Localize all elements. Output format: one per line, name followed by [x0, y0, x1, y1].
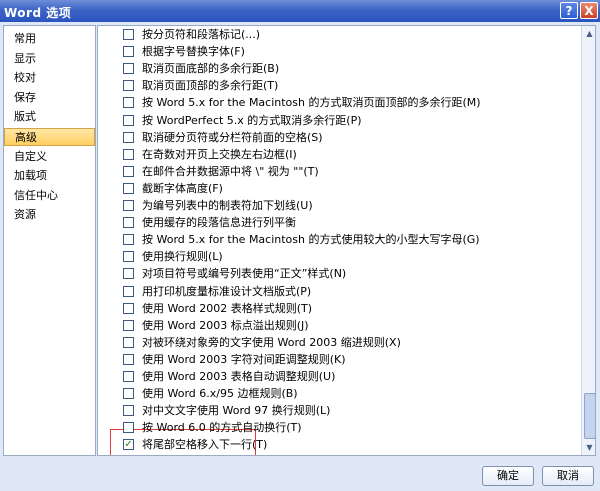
option-label: 在邮件合并数据源中将 \" 视为 ""(T) — [142, 164, 319, 178]
cancel-button[interactable]: 取消 — [542, 466, 594, 486]
option-checkbox[interactable] — [123, 114, 134, 126]
option-checkbox[interactable] — [123, 131, 134, 143]
option-label: 使用缓存的段落信息进行列平衡 — [142, 216, 296, 230]
option-label: 使用 Word 2002 表格样式规则(T) — [142, 301, 313, 315]
option-checkbox[interactable] — [123, 97, 134, 109]
option-checkbox[interactable] — [123, 251, 134, 263]
option-checkbox[interactable] — [123, 29, 134, 40]
option-checkbox[interactable] — [123, 46, 134, 58]
option-checkbox[interactable] — [123, 217, 134, 229]
help-button[interactable]: ? — [560, 2, 578, 19]
sidebar-item-6[interactable]: 自定义 — [4, 148, 95, 166]
option-checkbox[interactable] — [123, 388, 134, 400]
sidebar-item-4[interactable]: 版式 — [4, 108, 95, 126]
close-button[interactable]: X — [580, 2, 598, 19]
option-checkbox[interactable] — [123, 182, 134, 194]
option-label: 取消页面顶部的多余行距(T) — [142, 79, 279, 93]
window-title: Word 选项 — [4, 6, 72, 20]
sidebar-item-3[interactable]: 保存 — [4, 89, 95, 107]
scroll-up-icon[interactable]: ▲ — [582, 26, 595, 41]
title-bar: Word 选项 ? X — [0, 0, 600, 22]
option-checkbox[interactable]: ✓ — [123, 439, 134, 451]
option-label: 使用 Word 2003 字符对间距调整规则(K) — [142, 352, 346, 366]
sidebar-item-0[interactable]: 常用 — [4, 30, 95, 48]
sidebar-item-8[interactable]: 信任中心 — [4, 187, 95, 205]
option-label: 为编号列表中的制表符加下划线(U) — [142, 199, 313, 212]
option-label: 将尾部空格移入下一行(T) — [142, 438, 268, 452]
sidebar-item-2[interactable]: 校对 — [4, 69, 95, 87]
option-checkbox[interactable] — [123, 319, 134, 331]
option-label: 在奇数对开页上交换左右边框(I) — [142, 147, 297, 161]
advanced-options-panel: ▲ ▼ 按分页符和段落标记(...) 根据字号替换字体(F) 取消页面底部的多余行距… — [97, 25, 596, 456]
option-checkbox[interactable] — [123, 63, 134, 75]
option-label: 截断字体高度(F) — [142, 181, 223, 195]
option-label: 按 Word 5.x for the Macintosh 的方式使用较大的小型大… — [142, 233, 480, 247]
option-checkbox[interactable] — [123, 80, 134, 92]
option-label: 按 Word 6.0 的方式自动换行(T) — [142, 421, 302, 435]
option-checkbox[interactable] — [123, 268, 134, 280]
option-checkbox[interactable] — [123, 165, 134, 177]
option-label: 按 WordPerfect 5.x 的方式取消多余行距(P) — [142, 113, 362, 127]
option-checkbox[interactable] — [123, 302, 134, 314]
option-checkbox[interactable] — [123, 371, 134, 382]
option-label: 按 Word 5.x for the Macintosh 的方式取消页面顶部的多… — [142, 96, 481, 110]
option-label: 取消页面底部的多余行距(B) — [142, 62, 280, 76]
option-label: 按分页符和段落标记(...) — [142, 28, 261, 41]
option-label: 取消硬分页符或分栏符前面的空格(S) — [142, 130, 323, 144]
sidebar-item-9[interactable]: 资源 — [4, 206, 95, 224]
option-checkbox[interactable] — [123, 422, 134, 434]
option-label: 使用 Word 2003 表格自动调整规则(U) — [142, 370, 336, 383]
option-checkbox[interactable] — [123, 285, 134, 297]
scroll-thumb[interactable] — [584, 393, 595, 439]
sidebar-item-5[interactable]: 高级 — [4, 128, 95, 146]
option-label: 对项目符号或编号列表使用“正文”样式(N) — [142, 267, 347, 281]
option-label: 使用 Word 2003 标点溢出规则(J) — [142, 318, 309, 332]
option-label: 对中文文字使用 Word 97 换行规则(L) — [142, 404, 331, 418]
option-label: 对被环绕对象旁的文字使用 Word 2003 缩进规则(X) — [142, 335, 401, 349]
option-checkbox[interactable] — [123, 200, 134, 211]
option-label: 用打印机度量标准设计文档版式(P) — [142, 284, 312, 298]
option-checkbox[interactable] — [123, 336, 134, 348]
option-label: 使用 Word 6.x/95 边框规则(B) — [142, 387, 298, 401]
ok-button[interactable]: 确定 — [482, 466, 534, 486]
option-checkbox[interactable] — [123, 148, 134, 160]
option-checkbox[interactable] — [123, 405, 134, 417]
vertical-scrollbar[interactable]: ▲ ▼ — [581, 26, 595, 455]
sidebar-nav: 常用显示 校对保存 版式高级自定义 加载项信任中心 资源 — [3, 25, 96, 456]
option-label: 使用换行规则(L) — [142, 250, 223, 264]
option-checkbox[interactable] — [123, 353, 134, 365]
sidebar-item-1[interactable]: 显示 — [4, 50, 95, 68]
option-label: 根据字号替换字体(F) — [142, 45, 245, 59]
sidebar-item-7[interactable]: 加载项 — [4, 167, 95, 185]
scroll-down-icon[interactable]: ▼ — [582, 440, 595, 455]
option-checkbox[interactable] — [123, 234, 134, 246]
